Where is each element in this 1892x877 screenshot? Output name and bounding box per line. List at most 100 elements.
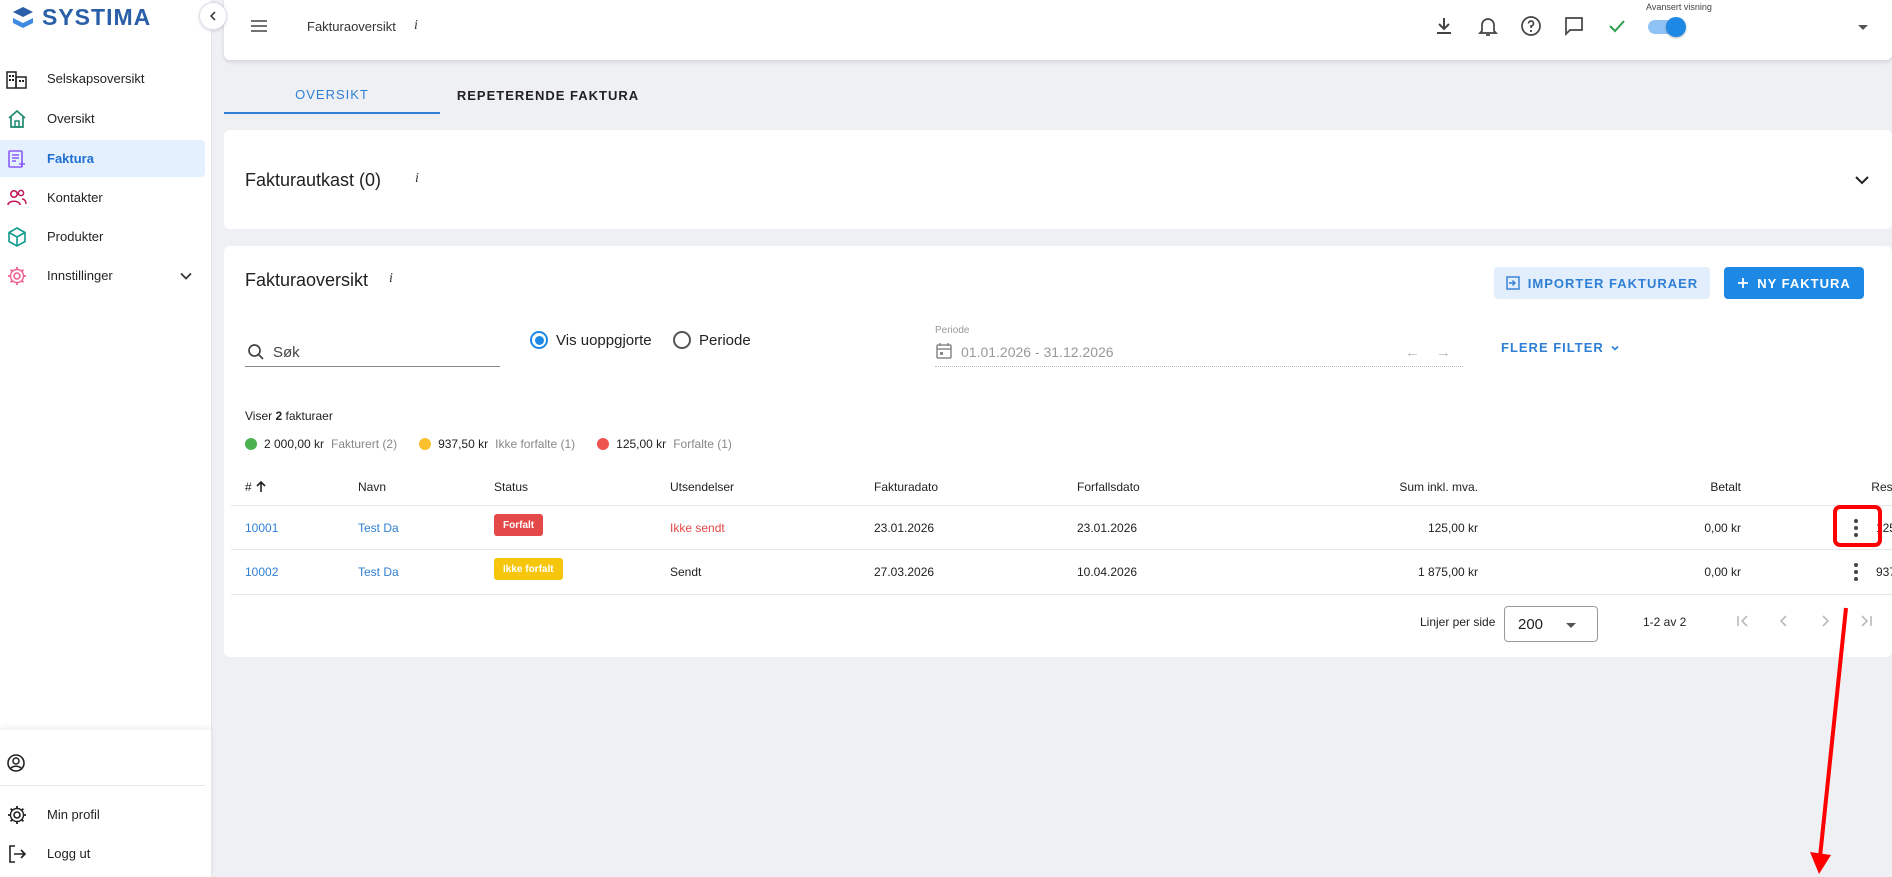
column-header-dispatch[interactable]: Utsendelser [670, 480, 734, 494]
page-range: 1-2 av 2 [1643, 615, 1687, 629]
page-title: Fakturaoversikt [307, 19, 396, 34]
showing-suffix: fakturaer [285, 409, 333, 423]
summary-desc: Fakturert (2) [331, 437, 398, 451]
table-row[interactable]: 10002 Test Da Ikke forfalt Sendt 27.03.2… [231, 549, 1892, 593]
calendar-icon [935, 342, 953, 360]
status-dot [419, 438, 432, 450]
showing-prefix: Viser [245, 409, 273, 423]
sidebar-item-oversikt[interactable]: Oversikt [0, 100, 205, 137]
home-icon [6, 108, 28, 130]
period-value: 01.01.2026 - 31.12.2026 [961, 344, 1114, 360]
last-page-icon[interactable] [1854, 609, 1878, 633]
status-dot [245, 438, 257, 450]
buildings-icon [6, 68, 28, 90]
column-header-invoice-date[interactable]: Fakturadato [874, 480, 938, 494]
rows-per-page-label: Linjer per side [1420, 615, 1496, 629]
column-header-status[interactable]: Status [494, 480, 528, 494]
radio-periode[interactable]: Periode [673, 331, 751, 349]
column-header-label: # [245, 480, 252, 494]
period-field[interactable]: 01.01.2026 - 31.12.2026 ← → [935, 339, 1463, 367]
import-invoices-label: IMPORTER FAKTURAER [1527, 275, 1699, 291]
period-arrows[interactable]: ← → [1405, 344, 1457, 361]
invoice-number-link[interactable]: 10002 [245, 565, 278, 579]
summary-amount: 937,50 kr [438, 437, 489, 451]
tab-oversikt[interactable]: OVERSIKT [224, 76, 440, 114]
collapse-sidebar-button[interactable] [199, 2, 227, 30]
sidebar-item-innstillinger[interactable]: Innstillinger [0, 257, 205, 294]
chevron-left-icon [209, 11, 216, 21]
sidebar-item-label: Produkter [47, 229, 104, 244]
tabs: OVERSIKT REPETERENDE FAKTURA [224, 76, 1084, 114]
showing-count-text: Viser 2 fakturaer [245, 409, 333, 423]
drafts-card[interactable]: Fakturautkast (0) i [224, 130, 1892, 229]
sum-amount: 125,00 kr [1427, 521, 1478, 535]
summary-desc: Ikke forfalte (1) [495, 437, 576, 451]
column-header-due-date[interactable]: Forfallsdato [1077, 480, 1140, 494]
customer-name-link[interactable]: Test Da [358, 565, 399, 579]
sidebar-item-label: Kontakter [47, 190, 103, 205]
sidebar-item-produkter[interactable]: Produkter [0, 218, 205, 255]
gear-icon [6, 804, 28, 826]
info-icon[interactable]: i [389, 271, 393, 287]
column-header-sum[interactable]: Sum inkl. mva. [1278, 480, 1478, 494]
invoice-date: 27.03.2026 [874, 565, 935, 579]
column-header-number[interactable]: # [245, 480, 267, 494]
column-header-remaining[interactable]: Restbeløp [1806, 480, 1892, 494]
advanced-view-toggle[interactable] [1648, 17, 1686, 37]
sidebar-item-min-profil[interactable]: Min profil [0, 796, 205, 833]
account-circle-icon[interactable] [6, 753, 26, 773]
download-icon[interactable] [1432, 14, 1456, 38]
showing-count: 2 [275, 409, 283, 423]
tab-repeterende-faktura[interactable]: REPETERENDE FAKTURA [440, 76, 656, 114]
summary-item-overdue: 125,00 kr Forfalte (1) [597, 437, 732, 451]
sidebar-item-selskapsoversikt[interactable]: Selskapsoversikt [0, 60, 205, 97]
import-invoices-button[interactable]: IMPORTER FAKTURAER [1494, 267, 1710, 299]
previous-page-icon[interactable] [1772, 609, 1796, 633]
sidebar-item-faktura[interactable]: Faktura [0, 140, 205, 177]
divider [0, 785, 205, 786]
first-page-icon[interactable] [1731, 609, 1755, 633]
column-header-name[interactable]: Navn [358, 480, 386, 494]
period-label: Periode [935, 325, 970, 336]
more-filters-button[interactable]: FLERE FILTER [1501, 340, 1620, 355]
sidebar-item-kontakter[interactable]: Kontakter [0, 179, 205, 216]
paid-amount: 0,00 kr [1704, 565, 1741, 579]
radio-label: Vis uoppgjorte [556, 331, 652, 349]
menu-icon[interactable] [250, 18, 268, 34]
bell-icon[interactable] [1476, 14, 1500, 38]
sidebar-item-logg-ut[interactable]: Logg ut [0, 835, 205, 872]
invoice-icon [6, 148, 28, 170]
column-header-paid[interactable]: Betalt [1621, 480, 1741, 494]
users-icon [6, 187, 28, 209]
info-icon[interactable]: i [414, 18, 418, 34]
toggle-knob [1666, 17, 1686, 37]
rows-per-page-value: 200 [1518, 616, 1544, 633]
help-icon[interactable] [1519, 14, 1543, 38]
search-input[interactable]: Søk [245, 339, 500, 367]
chevron-down-icon[interactable] [1854, 172, 1870, 188]
dispatch-status: Ikke sendt [670, 521, 725, 535]
logo-text: SYSTIMA [42, 4, 152, 30]
status-dot [597, 438, 610, 450]
sum-amount: 1 875,00 kr [1417, 565, 1478, 579]
next-page-icon[interactable] [1813, 609, 1837, 633]
info-icon[interactable]: i [415, 171, 419, 187]
chat-icon[interactable] [1562, 14, 1586, 38]
table-row[interactable]: 10001 Test Da Forfalt Ikke sendt 23.01.2… [231, 505, 1892, 549]
new-invoice-button[interactable]: NY FAKTURA [1724, 267, 1864, 299]
summary-legend: 2 000,00 kr Fakturert (2) 937,50 kr Ikke… [245, 437, 754, 451]
logout-icon [6, 843, 28, 865]
radio-circle [673, 331, 691, 349]
invoice-number-link[interactable]: 10001 [245, 521, 278, 535]
logo[interactable]: SYSTIMA [10, 4, 151, 31]
plus-icon [1737, 277, 1749, 289]
rows-per-page-select[interactable]: 200 [1504, 606, 1598, 642]
overview-title: Fakturaoversikt [245, 270, 369, 290]
check-icon[interactable] [1605, 14, 1629, 38]
caret-down-icon[interactable] [1858, 25, 1868, 30]
customer-name-link[interactable]: Test Da [358, 521, 399, 535]
radio-vis-uoppgjorte[interactable]: Vis uoppgjorte [530, 331, 652, 349]
invoice-date: 23.01.2026 [874, 521, 935, 535]
sidebar-item-label: Innstillinger [47, 268, 113, 283]
more-vert-icon[interactable] [1854, 563, 1858, 581]
